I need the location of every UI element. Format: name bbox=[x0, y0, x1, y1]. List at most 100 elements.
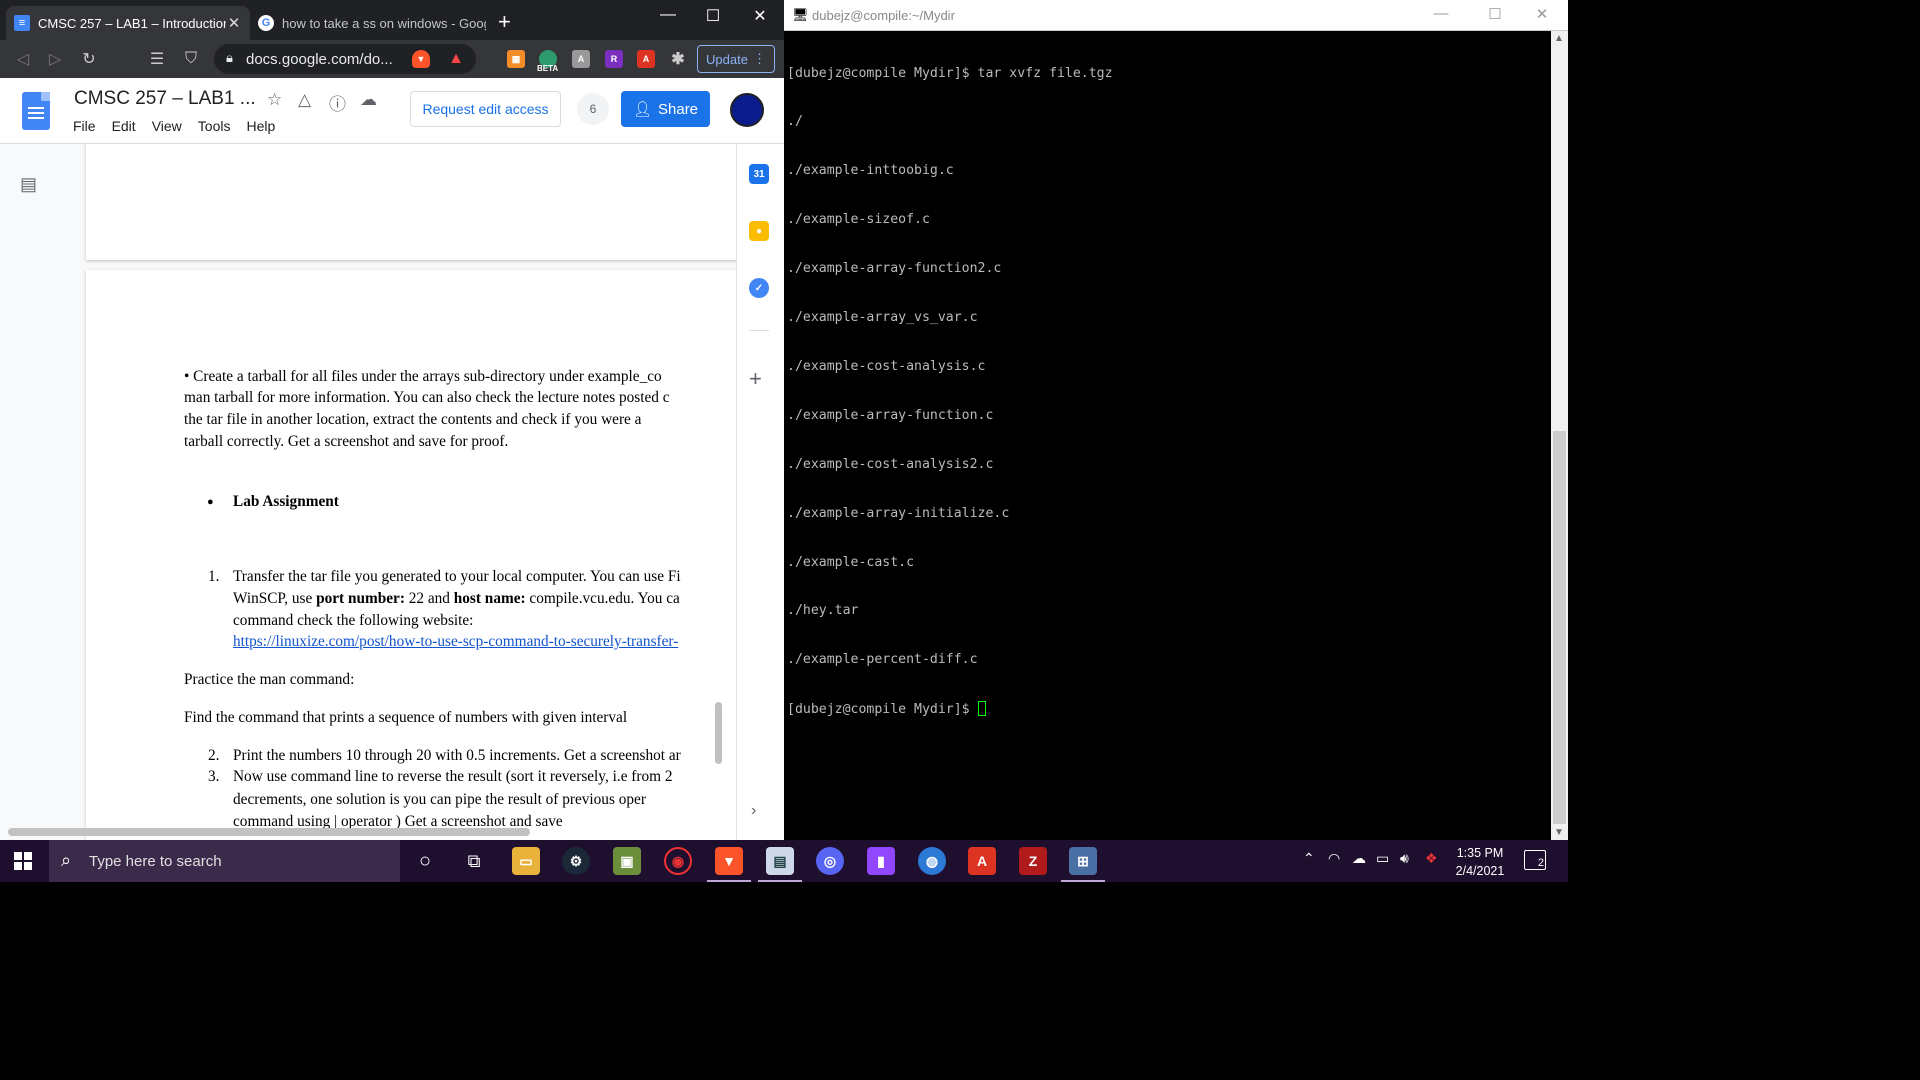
cortana-icon[interactable]: ○ bbox=[411, 847, 439, 875]
account-avatar[interactable] bbox=[730, 93, 764, 127]
terminal-line: ./example-cost-analysis.c bbox=[787, 358, 986, 374]
list-item-line: command check the following website: bbox=[233, 612, 474, 629]
document-page-previous bbox=[86, 144, 736, 260]
terminal-minimize-button[interactable]: — bbox=[1418, 5, 1464, 22]
forward-icon[interactable]: ▷ bbox=[44, 48, 66, 70]
extension-purple-icon[interactable]: R bbox=[605, 50, 623, 68]
keep-icon[interactable]: ● bbox=[749, 221, 769, 241]
google-icon: G bbox=[258, 15, 274, 31]
putty-taskbar-icon[interactable]: ▤ bbox=[758, 847, 802, 882]
update-button[interactable]: Update ⋮ bbox=[697, 45, 775, 73]
terminal-line: ./hey.tar bbox=[787, 603, 859, 619]
battery-icon[interactable]: ▭ bbox=[1376, 850, 1389, 867]
document-title[interactable]: CMSC 257 – LAB1 ... bbox=[74, 88, 256, 110]
network-app-icon[interactable]: ⊞ bbox=[1061, 847, 1105, 882]
info-icon[interactable]: ⓘ bbox=[329, 90, 346, 115]
share-button[interactable]: 👤︎ Share bbox=[621, 91, 710, 127]
new-tab-button[interactable]: + bbox=[498, 11, 511, 33]
list-item-line: Print the numbers 10 through 20 with 0.5… bbox=[233, 747, 681, 764]
show-hidden-icons-icon[interactable]: ⌃ bbox=[1303, 850, 1315, 867]
request-edit-access-button[interactable]: Request edit access bbox=[410, 91, 561, 127]
linuxize-link[interactable]: https://linuxize.com/post/how-to-use-scp… bbox=[233, 631, 678, 653]
terminal-title: dubejz@compile:~/Mydir bbox=[812, 8, 955, 23]
brave-rewards-icon[interactable]: ▲ bbox=[447, 50, 465, 68]
filezilla-icon[interactable]: Z bbox=[1019, 847, 1047, 875]
wifi-icon[interactable]: ◠ bbox=[1328, 850, 1340, 867]
globe-app-icon[interactable]: ◍ bbox=[918, 847, 946, 875]
back-icon[interactable]: ◁ bbox=[12, 48, 34, 70]
address-bar[interactable]: 🔒︎ docs.google.com/do... bbox=[214, 44, 476, 74]
maximize-button[interactable]: ☐ bbox=[690, 6, 736, 26]
tasks-icon[interactable]: ✓ bbox=[749, 278, 769, 298]
star-icon[interactable]: ☆ bbox=[267, 90, 282, 110]
reload-icon[interactable]: ↻ bbox=[78, 48, 100, 70]
paragraph-line: Practice the man command: bbox=[184, 671, 355, 688]
terminal-line: ./example-array-initialize.c bbox=[787, 505, 1010, 521]
terminal-scroll-thumb[interactable] bbox=[1553, 431, 1566, 824]
add-addon-icon[interactable]: + bbox=[749, 366, 762, 392]
brave-browser-icon[interactable]: ▼ bbox=[707, 847, 751, 882]
calendar-icon[interactable]: 31 bbox=[749, 164, 769, 184]
terminal-scrollbar[interactable]: ▲ ▼ bbox=[1551, 31, 1568, 840]
menu-edit[interactable]: Edit bbox=[112, 118, 136, 134]
terminal-close-button[interactable]: ✕ bbox=[1519, 5, 1565, 23]
pdf-extension-icon[interactable]: A bbox=[637, 50, 655, 68]
system-clock[interactable]: 1:35 PM 2/4/2021 bbox=[1448, 844, 1512, 880]
scroll-down-arrow-icon[interactable]: ▼ bbox=[1554, 827, 1564, 838]
volume-icon[interactable]: 🔊︎ bbox=[1400, 850, 1409, 867]
move-to-drive-icon[interactable]: △ bbox=[298, 90, 311, 110]
lock-icon: 🔒︎ bbox=[226, 50, 233, 65]
scroll-up-arrow-icon[interactable]: ▲ bbox=[1554, 33, 1564, 44]
menu-tools[interactable]: Tools bbox=[198, 118, 231, 134]
list-item-line: Transfer the tar file you generated to y… bbox=[233, 568, 681, 585]
notification-count: 2 bbox=[1537, 857, 1544, 869]
taskbar-search[interactable]: ⌕ Type here to search bbox=[49, 840, 400, 882]
brave-shield-icon[interactable]: ▼ bbox=[412, 50, 430, 68]
terminal-line: ./example-cost-analysis2.c bbox=[787, 456, 994, 472]
bookmark-icon[interactable]: ⛉ bbox=[180, 48, 202, 70]
tab-docs[interactable]: ≡ CMSC 257 – LAB1 – Introduction t ✕ bbox=[6, 6, 250, 40]
steam-icon[interactable]: ⚙ bbox=[562, 847, 590, 875]
terminal-line: ./example-sizeof.c bbox=[787, 212, 930, 228]
expand-panel-icon[interactable]: › bbox=[751, 802, 756, 820]
reader-mode-icon[interactable]: ☰ bbox=[146, 48, 168, 70]
minimize-button[interactable]: — bbox=[645, 6, 691, 24]
viewer-count-badge[interactable]: 6 bbox=[577, 93, 609, 125]
acrobat-icon[interactable]: A bbox=[968, 847, 996, 875]
windows-start-icon[interactable] bbox=[14, 852, 32, 870]
cloud-status-icon: ☁ bbox=[360, 90, 377, 109]
extension-orange-icon[interactable]: ▦ bbox=[507, 50, 525, 68]
terminal-cursor bbox=[977, 701, 986, 717]
discord-icon[interactable]: ◎ bbox=[816, 847, 844, 875]
onedrive-icon[interactable]: ☁ bbox=[1352, 850, 1366, 867]
document-vertical-scrollbar[interactable] bbox=[715, 702, 722, 764]
clock-date: 2/4/2021 bbox=[1455, 864, 1505, 878]
horizontal-scrollbar[interactable] bbox=[8, 828, 530, 836]
google-docs-icon: ≡ bbox=[14, 15, 30, 31]
twitch-icon[interactable]: ▮ bbox=[867, 847, 895, 875]
task-view-icon[interactable]: ⧉ bbox=[460, 847, 488, 875]
menu-view[interactable]: View bbox=[152, 118, 182, 134]
file-explorer-icon[interactable]: ▭ bbox=[512, 847, 540, 875]
taskbar: ⌕ Type here to search ○ ⧉ ▭ ⚙ ▣ ◉ ▼ ▤ ◎ … bbox=[0, 840, 1568, 882]
dropbox-icon[interactable]: ❖ bbox=[1425, 850, 1438, 867]
tab-google-search[interactable]: G how to take a ss on windows - Google bbox=[250, 6, 494, 40]
close-window-button[interactable]: ✕ bbox=[737, 6, 783, 26]
terminal-maximize-button[interactable]: ☐ bbox=[1472, 5, 1518, 23]
extensions-puzzle-icon[interactable]: ✱ bbox=[669, 50, 687, 68]
menu-help[interactable]: Help bbox=[246, 118, 275, 134]
terminal-window: 🖥︎ dubejz@compile:~/Mydir — ☐ ✕ [dubejz@… bbox=[784, 0, 1568, 840]
putty-icon: 🖥︎ bbox=[792, 7, 809, 22]
google-docs-logo-icon[interactable] bbox=[22, 92, 50, 130]
osu-icon[interactable]: ◉ bbox=[664, 847, 692, 875]
extension-grey-icon[interactable]: A bbox=[572, 50, 590, 68]
minecraft-icon[interactable]: ▣ bbox=[613, 847, 641, 875]
close-tab-icon[interactable]: ✕ bbox=[226, 14, 242, 32]
menu-file[interactable]: File bbox=[73, 118, 96, 134]
notification-center-icon[interactable]: 2 bbox=[1524, 850, 1546, 870]
list-number: 3. bbox=[208, 768, 220, 785]
list-item-line: WinSCP, use port number: 22 and host nam… bbox=[233, 590, 680, 607]
terminal-line: ./example-percent-diff.c bbox=[787, 652, 978, 668]
document-outline-icon[interactable]: ▤ bbox=[20, 174, 40, 194]
terminal-output[interactable]: [dubejz@compile Mydir]$ tar xvfz file.tg… bbox=[787, 33, 1550, 839]
